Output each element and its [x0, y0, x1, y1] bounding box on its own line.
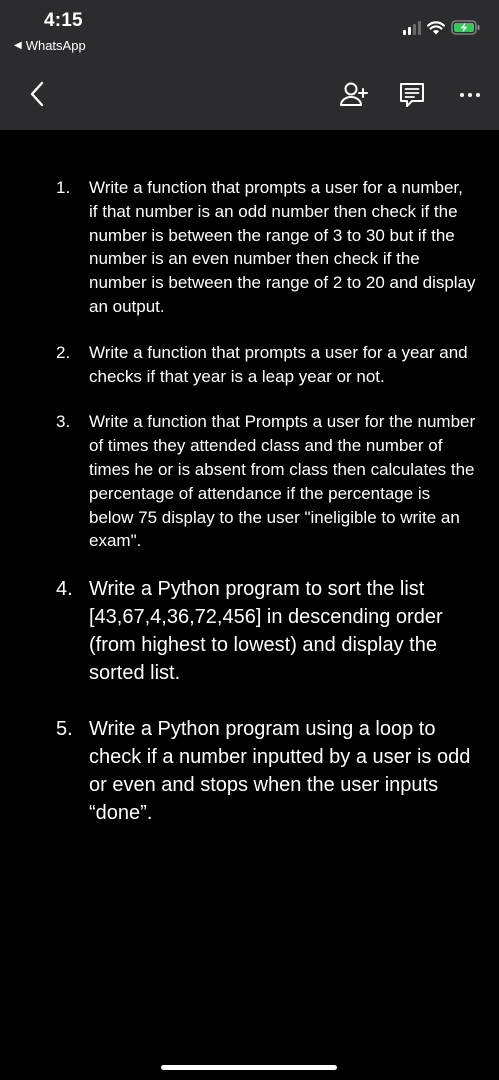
item-text: Write a function that prompts a user for… [89, 178, 476, 316]
back-triangle-icon: ◀ [14, 40, 22, 51]
document-body: 1. Write a function that prompts a user … [56, 176, 476, 827]
top-toolbar: 4:15 ◀ WhatsApp [0, 0, 499, 130]
back-app-label: WhatsApp [25, 38, 86, 53]
battery-charging-icon [451, 20, 480, 35]
home-indicator[interactable] [161, 1065, 337, 1070]
item-number: 2. [56, 342, 71, 362]
list-item: 5. Write a Python program using a loop t… [56, 715, 476, 827]
list-item: 4. Write a Python program to sort the li… [56, 575, 476, 687]
status-icons [403, 20, 481, 35]
list-item: 2. Write a function that prompts a user … [56, 341, 476, 389]
add-person-icon[interactable] [338, 80, 370, 110]
item-text: Write a function that Prompts a user for… [89, 412, 476, 551]
item-number: 4. [56, 578, 73, 601]
more-dots-icon[interactable] [458, 80, 482, 110]
wifi-icon [427, 20, 445, 34]
item-number: 1. [56, 178, 71, 197]
item-text: Write a function that prompts a user for… [89, 342, 468, 386]
item-number: 3. [56, 412, 71, 432]
cellular-signal-icon [403, 20, 421, 35]
item-number: 5. [56, 718, 73, 741]
list-item: 3. Write a function that Prompts a user … [56, 410, 476, 553]
back-to-app-button[interactable]: ◀ WhatsApp [14, 38, 86, 53]
comment-icon[interactable] [398, 80, 426, 110]
item-text: Write a Python program to sort the list … [89, 578, 443, 685]
status-time: 4:15 [44, 10, 83, 31]
item-text: Write a Python program using a loop to c… [89, 718, 471, 825]
chevron-left-icon[interactable] [26, 80, 50, 108]
list-item: 1. Write a function that prompts a user … [56, 176, 476, 319]
